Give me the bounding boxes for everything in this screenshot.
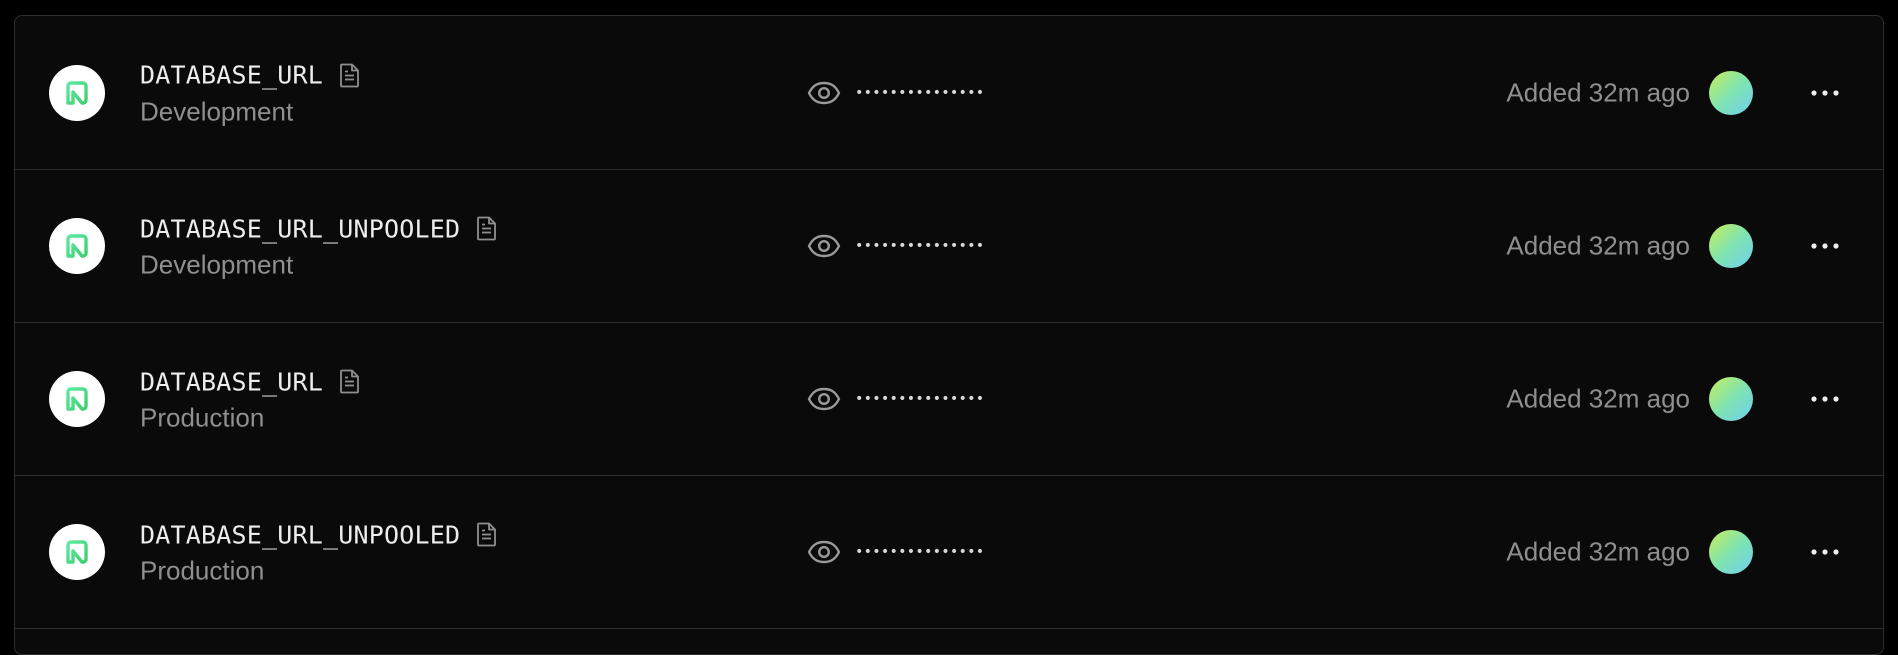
file-text-icon[interactable]	[476, 522, 498, 548]
added-timestamp: Added 32m ago	[1506, 230, 1690, 261]
env-var-name: DATABASE_URL	[140, 367, 324, 396]
env-var-row: DATABASE_URL_UNPOOLED Development ••••••…	[15, 170, 1883, 323]
masked-value: •••••••••••••••	[855, 84, 985, 101]
avatar[interactable]	[1709, 377, 1753, 421]
env-var-row: DATABASE_URL_UNPOOLED Production •••••••…	[15, 476, 1883, 629]
avatar[interactable]	[1709, 70, 1753, 115]
env-var-row: DATABASE_URL Development •••••••••••••••…	[15, 16, 1883, 170]
env-var-value: •••••••••••••••	[807, 234, 984, 258]
neon-logo-icon	[49, 64, 105, 121]
env-var-info: DATABASE_URL Production	[140, 365, 361, 434]
env-var-info: DATABASE_URL_UNPOOLED Development	[140, 212, 498, 281]
added-timestamp: Added 32m ago	[1506, 383, 1690, 414]
avatar[interactable]	[1709, 530, 1753, 574]
more-horizontal-icon[interactable]	[1805, 226, 1845, 266]
neon-logo-icon	[49, 218, 105, 274]
eye-icon[interactable]	[807, 387, 841, 411]
masked-value: •••••••••••••••	[855, 544, 985, 560]
env-var-value: •••••••••••••••	[807, 387, 984, 411]
eye-icon[interactable]	[807, 81, 841, 105]
env-var-environment: Development	[140, 249, 294, 280]
avatar[interactable]	[1709, 224, 1753, 268]
env-var-info: DATABASE_URL Development	[140, 58, 361, 127]
more-horizontal-icon[interactable]	[1805, 379, 1845, 419]
env-var-environment: Production	[140, 402, 265, 433]
env-var-value: •••••••••••••••	[807, 81, 984, 105]
env-var-environment: Development	[140, 96, 294, 126]
env-var-name: DATABASE_URL_UNPOOLED	[140, 214, 461, 243]
env-var-row: DATABASE_URL Production ••••••••••••••• …	[15, 323, 1883, 476]
env-var-name: DATABASE_URL	[140, 60, 324, 90]
more-horizontal-icon[interactable]	[1805, 532, 1845, 572]
file-text-icon[interactable]	[339, 62, 361, 88]
file-text-icon[interactable]	[339, 369, 361, 395]
env-var-info: DATABASE_URL_UNPOOLED Production	[140, 518, 498, 587]
masked-value: •••••••••••••••	[855, 238, 985, 254]
env-var-environment: Production	[140, 555, 265, 586]
added-timestamp: Added 32m ago	[1506, 77, 1690, 107]
env-var-name: DATABASE_URL_UNPOOLED	[140, 520, 461, 549]
env-var-list: DATABASE_URL Development •••••••••••••••…	[14, 15, 1884, 655]
eye-icon[interactable]	[807, 234, 841, 258]
added-timestamp: Added 32m ago	[1506, 536, 1690, 567]
env-var-value: •••••••••••••••	[807, 540, 984, 564]
file-text-icon[interactable]	[476, 216, 498, 242]
neon-logo-icon	[49, 524, 105, 580]
neon-logo-icon	[49, 371, 105, 427]
masked-value: •••••••••••••••	[855, 391, 985, 407]
more-horizontal-icon[interactable]	[1805, 73, 1845, 113]
eye-icon[interactable]	[807, 540, 841, 564]
